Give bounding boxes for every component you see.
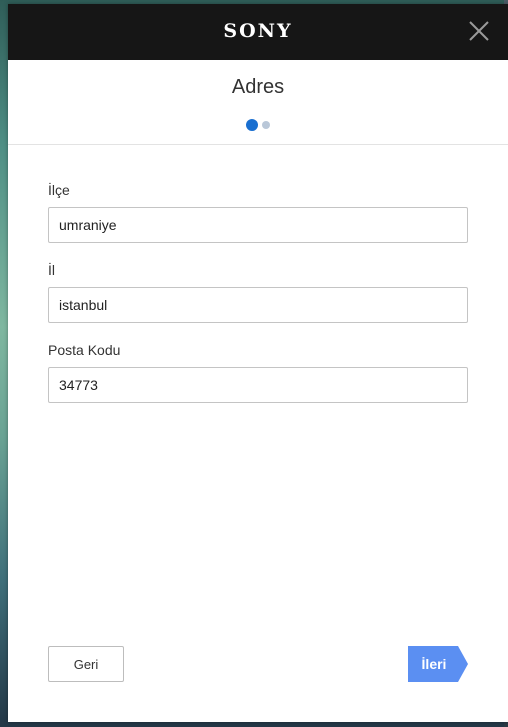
next-button[interactable]: İleri <box>408 646 468 682</box>
dialog-title: Adres <box>231 76 285 98</box>
next-button-label: İleri <box>421 656 447 672</box>
postal-code-input[interactable] <box>48 367 468 403</box>
postal-code-label: Posta Kodu <box>48 342 121 358</box>
district-input[interactable] <box>48 207 468 243</box>
close-icon <box>469 21 489 41</box>
step-indicator <box>8 119 508 131</box>
back-button[interactable]: Geri <box>48 646 124 682</box>
sony-logo: SONY <box>223 20 293 42</box>
city-label: İl <box>48 262 55 278</box>
close-button[interactable] <box>468 20 490 42</box>
district-label: İlçe <box>48 182 70 198</box>
header-divider <box>8 144 508 145</box>
dialog-header: SONY <box>8 4 508 60</box>
step-dot-inactive <box>262 121 270 129</box>
address-dialog: SONY Adres İlçe İl Posta Kodu Geri İleri <box>8 4 508 722</box>
city-input[interactable] <box>48 287 468 323</box>
step-dot-active <box>246 119 258 131</box>
